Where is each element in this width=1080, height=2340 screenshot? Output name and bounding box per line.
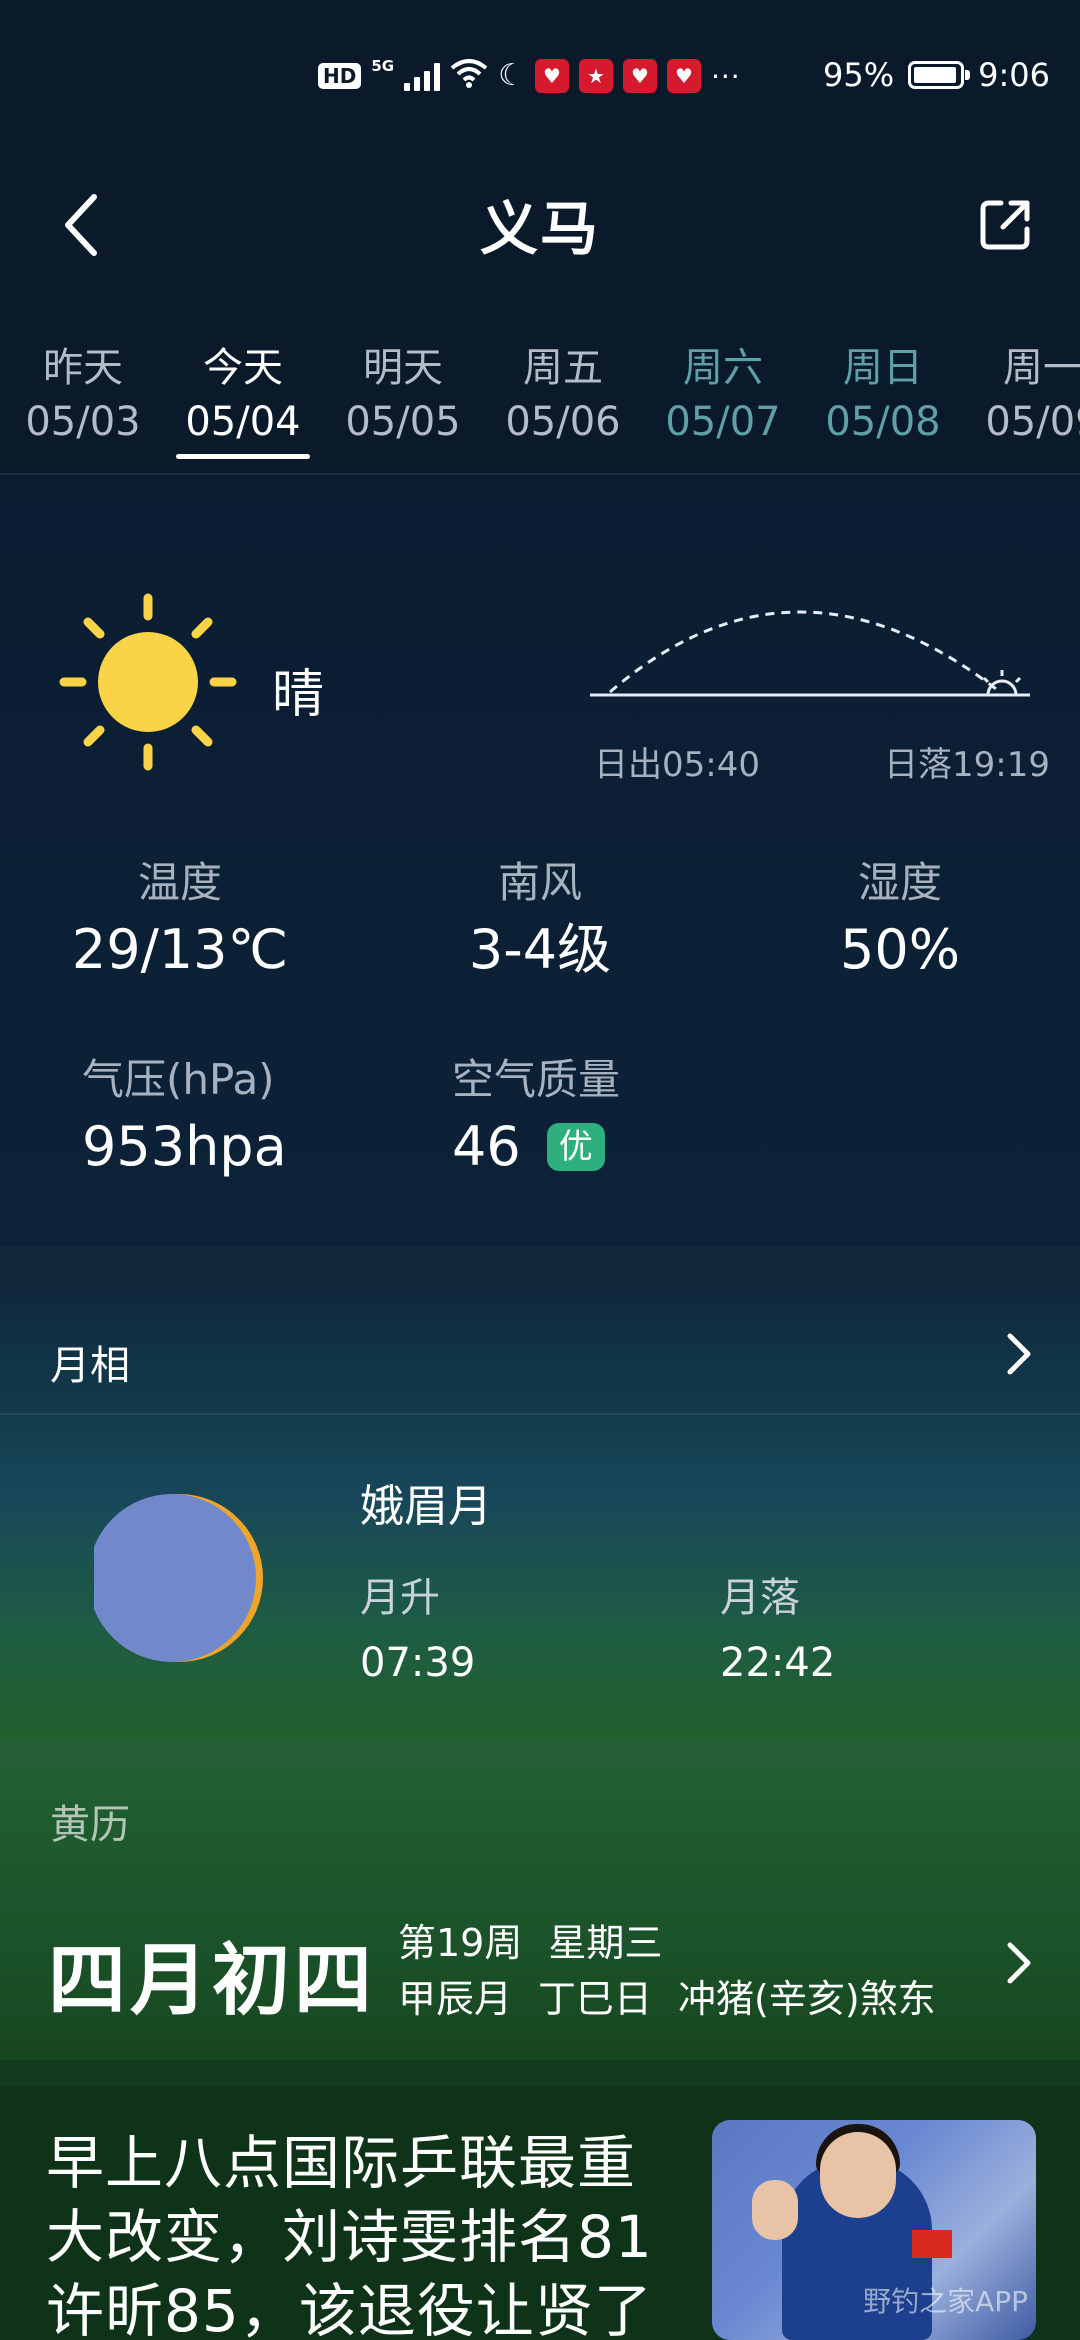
news-headline: 早上八点国际乒联最重大改变，刘诗雯排名81许昕85，该退役让贤了 (46, 2129, 653, 2340)
tab-date: 05/08 (825, 399, 941, 445)
section-title: 月相 (50, 1343, 130, 1389)
app-notification-icon: ♥ (667, 59, 701, 93)
tab-saturday[interactable]: 周六 05/07 (643, 340, 803, 448)
sunrise-time: 日出05:40 (594, 745, 760, 785)
wifi-icon (450, 58, 488, 94)
pressure-stat: 气压(hPa) 953hpa (82, 1052, 382, 1186)
tab-label: 周五 (523, 345, 603, 391)
city-title: 义马 (479, 195, 600, 263)
stat-value: 29/13℃ (71, 918, 289, 981)
sun-path-arc (590, 610, 1030, 697)
tab-label: 明天 (363, 345, 443, 391)
lunar-date: 四月初四 (48, 1936, 377, 2026)
sun-icon (59, 593, 237, 771)
tab-monday[interactable]: 周一 05/09 (963, 340, 1080, 448)
watermark: 野钓之家APP (863, 2285, 1028, 2318)
sunset-time: 日落19:19 (884, 745, 1050, 785)
app-notification-icon: ★ (579, 59, 613, 93)
moon-phase-section: 月相 娥眉月 月升 07:39 月落 22:42 (0, 1295, 1080, 1740)
stat-label: 温度 (137, 858, 222, 907)
news-thumbnail: 野钓之家APP (712, 2120, 1036, 2340)
tab-yesterday[interactable]: 昨天 05/03 (3, 340, 163, 448)
stat-label: 南风 (497, 858, 582, 907)
section-divider (0, 2060, 1080, 2086)
chevron-right-icon (990, 1319, 1050, 1389)
tab-date: 05/06 (505, 399, 621, 445)
section-title: 黄历 (50, 1802, 130, 1848)
aqi-value: 46 (452, 1115, 521, 1178)
thumbnail-flag (912, 2230, 952, 2258)
battery-percent: 95% (823, 56, 895, 94)
more-notifications-icon: ··· (711, 59, 741, 93)
status-right: 95% 9:06 (823, 56, 1050, 94)
chevron-right-icon (990, 1928, 1050, 1998)
moon-phase-header[interactable]: 月相 (0, 1295, 1080, 1415)
aqi-row: 46 优 (452, 1108, 752, 1186)
day-ganzhi: 丁巳日 (538, 1977, 653, 2021)
air-quality-stat[interactable]: 空气质量 46 优 (452, 1052, 752, 1186)
tab-date: 05/09 (985, 399, 1080, 445)
moonrise-time: 07:39 (360, 1640, 476, 1686)
section-divider (0, 1740, 1080, 1768)
tab-label: 今天 (203, 345, 283, 391)
moon-phase-name: 娥眉月 (360, 1481, 492, 1532)
stat-label: 湿度 (857, 858, 942, 907)
stat-label: 气压(hPa) (82, 1055, 275, 1104)
section-divider (0, 1247, 1080, 1295)
tab-sunday[interactable]: 周日 05/08 (803, 340, 963, 448)
share-icon (980, 200, 1030, 250)
top-app-bar: 义马 (0, 140, 1080, 320)
day-tabs: 昨天 05/03 今天 05/04 明天 05/05 周五 05/06 周六 0… (0, 320, 1080, 475)
week-number: 第19周 (398, 1921, 523, 1965)
almanac-section[interactable]: 黄历 四月初四 第19周 星期三 甲辰月 丁巳日 冲猪(辛亥)煞东 (0, 1768, 1080, 2060)
moonrise-label: 月升 (360, 1575, 440, 1621)
weather-detail-screen: HD 5G ☾ ♥ ★ ♥ ♥ ··· 95% 9:06 义马 昨天 05/03… (0, 0, 1080, 2340)
humidity-stat: 湿度 50% (760, 855, 1040, 989)
share-button[interactable] (960, 180, 1050, 270)
tab-date: 05/05 (345, 399, 461, 445)
tab-label: 周一 (1003, 345, 1080, 391)
app-notification-icon: ♥ (535, 59, 569, 93)
tab-date: 05/07 (665, 399, 781, 445)
moon-mode-icon: ☾ (498, 58, 525, 93)
app-notification-icon: ♥ (623, 59, 657, 93)
temperature-stat: 温度 29/13℃ (40, 855, 320, 989)
stat-label: 空气质量 (452, 1055, 621, 1104)
stat-value: 50% (839, 918, 961, 981)
news-card[interactable]: 早上八点国际乒联最重大改变，刘诗雯排名81许昕85，该退役让贤了 野钓之家APP (0, 2086, 1080, 2340)
tab-label: 周日 (843, 345, 923, 391)
weather-condition: 晴 (272, 665, 325, 725)
moonset-label: 月落 (720, 1575, 800, 1621)
clock: 9:06 (978, 56, 1050, 94)
moon-icon (94, 1494, 263, 1662)
stat-value: 3-4级 (468, 918, 612, 981)
tab-label: 昨天 (43, 345, 123, 391)
thumbnail-face (820, 2132, 896, 2218)
month-ganzhi: 甲辰月 (398, 1977, 513, 2021)
tab-tomorrow[interactable]: 明天 05/05 (323, 340, 483, 448)
aqi-badge: 优 (546, 1123, 605, 1171)
today-weather-panel: 晴 日出05:40 日落19:19 温度 29/13℃ 南风 3-4级 湿度 5… (0, 477, 1080, 1247)
signal-icon (404, 61, 441, 91)
almanac-row-2: 甲辰月 丁巳日 冲猪(辛亥)煞东 (398, 1968, 962, 2023)
hd-badge: HD (318, 63, 362, 89)
active-tab-indicator (176, 454, 310, 459)
tab-friday[interactable]: 周五 05/06 (483, 340, 643, 448)
weekday: 星期三 (548, 1921, 663, 1965)
almanac-row-1: 第19周 星期三 (398, 1912, 688, 1967)
status-icons: HD 5G ☾ ♥ ★ ♥ ♥ ··· (318, 57, 741, 94)
tab-date: 05/03 (25, 399, 141, 445)
wind-stat: 南风 3-4级 (400, 855, 680, 989)
network-type: 5G (371, 57, 395, 75)
stat-value: 953hpa (82, 1115, 287, 1178)
battery-icon (908, 61, 971, 89)
moonset-time: 22:42 (720, 1640, 836, 1686)
tab-date: 05/04 (185, 399, 301, 445)
status-bar: HD 5G ☾ ♥ ★ ♥ ♥ ··· 95% 9:06 (0, 0, 1080, 140)
clash-info: 冲猪(辛亥)煞东 (678, 1977, 936, 2021)
tab-today[interactable]: 今天 05/04 (163, 340, 323, 459)
thumbnail-hand (752, 2180, 798, 2240)
tab-label: 周六 (683, 345, 763, 391)
